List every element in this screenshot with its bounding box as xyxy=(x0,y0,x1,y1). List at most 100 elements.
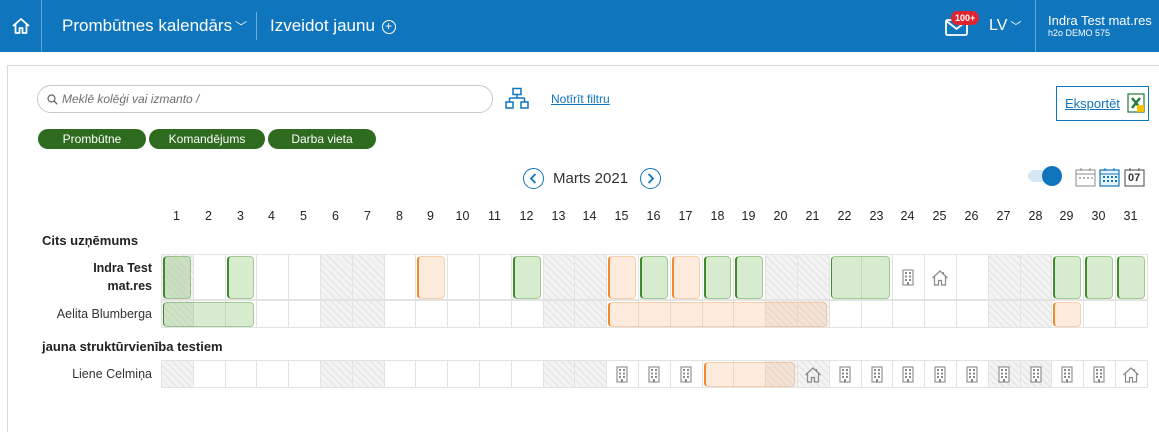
absence-entry[interactable] xyxy=(513,256,541,299)
business-trip-entry[interactable] xyxy=(672,256,700,299)
day-cell[interactable] xyxy=(479,300,512,328)
person-name[interactable]: Aelita Blumberga xyxy=(42,305,152,323)
month-view-icon[interactable] xyxy=(1099,167,1120,187)
day-cell[interactable] xyxy=(447,360,480,388)
business-trip-entry[interactable] xyxy=(704,362,795,387)
person-name[interactable]: Indra Test mat.res xyxy=(42,259,152,295)
office-building-icon[interactable] xyxy=(1060,365,1074,384)
day-cell[interactable] xyxy=(447,254,480,300)
day-cell[interactable] xyxy=(511,300,544,328)
day-cell[interactable] xyxy=(574,360,607,388)
office-building-icon[interactable] xyxy=(838,365,852,384)
day-cell[interactable] xyxy=(384,300,416,328)
day-cell[interactable] xyxy=(543,254,575,300)
day-cell[interactable] xyxy=(320,300,353,328)
day-cell[interactable] xyxy=(384,254,416,300)
day-cell[interactable] xyxy=(352,360,385,388)
absence-entry[interactable] xyxy=(1117,256,1145,299)
day-cell[interactable] xyxy=(161,360,194,388)
user-menu[interactable]: Indra Test mat.res h2o DEMO 575 xyxy=(1048,13,1152,39)
day-cell[interactable] xyxy=(1083,300,1116,328)
day-cell[interactable] xyxy=(988,300,1021,328)
org-structure-filter-icon[interactable] xyxy=(505,87,529,111)
business-trip-entry[interactable] xyxy=(608,256,636,299)
week-view-icon[interactable] xyxy=(1075,167,1096,187)
chip-workplace[interactable]: Darba vieta xyxy=(268,129,376,149)
home-office-icon[interactable] xyxy=(804,366,822,384)
chip-business-trip[interactable]: Komandējums xyxy=(149,129,265,149)
home-office-icon[interactable] xyxy=(1122,366,1140,384)
day-cell[interactable] xyxy=(1020,300,1052,328)
office-building-icon[interactable] xyxy=(997,365,1011,384)
day-cell[interactable] xyxy=(479,360,512,388)
day-cell[interactable] xyxy=(256,360,289,388)
absence-entry[interactable] xyxy=(735,256,763,299)
office-building-icon[interactable] xyxy=(1092,365,1106,384)
day-cell[interactable] xyxy=(797,254,830,300)
day-cell[interactable] xyxy=(1115,300,1148,328)
clear-filter-link[interactable]: Notīrīt filtru xyxy=(551,92,610,106)
day-cell[interactable] xyxy=(415,360,448,388)
previous-month-button[interactable] xyxy=(523,168,544,189)
day-cell[interactable] xyxy=(320,360,353,388)
office-building-icon[interactable] xyxy=(901,365,915,384)
day-cell[interactable] xyxy=(415,300,448,328)
person-name[interactable]: Liene Celmiņa xyxy=(42,365,152,383)
day-cell[interactable] xyxy=(479,254,512,300)
home-button[interactable] xyxy=(0,0,42,52)
day-cell[interactable] xyxy=(384,360,416,388)
absence-entry[interactable] xyxy=(163,302,254,327)
day-cell[interactable] xyxy=(543,360,575,388)
absence-entry[interactable] xyxy=(640,256,668,299)
day-cell[interactable] xyxy=(924,300,957,328)
day-cell[interactable] xyxy=(320,254,353,300)
absence-entry[interactable] xyxy=(704,256,731,299)
office-building-icon[interactable] xyxy=(901,268,915,287)
today-view-button[interactable]: 07 xyxy=(1124,167,1145,187)
office-building-icon[interactable] xyxy=(965,365,979,384)
day-cell[interactable] xyxy=(861,300,893,328)
office-building-icon[interactable] xyxy=(615,365,629,384)
day-cell[interactable] xyxy=(225,360,257,388)
day-cell[interactable] xyxy=(829,300,862,328)
create-new-button[interactable]: Izveidot jaunu + xyxy=(270,0,396,52)
business-trip-entry[interactable] xyxy=(1053,302,1081,327)
day-cell[interactable] xyxy=(765,254,798,300)
office-building-icon[interactable] xyxy=(679,365,693,384)
day-cell[interactable] xyxy=(956,254,989,300)
search-box[interactable] xyxy=(37,85,493,113)
day-cell[interactable] xyxy=(574,254,607,300)
day-cell[interactable] xyxy=(288,254,321,300)
day-cell[interactable] xyxy=(543,300,575,328)
day-cell[interactable] xyxy=(256,300,289,328)
absence-entry[interactable] xyxy=(831,256,890,299)
chip-absence[interactable]: Prombūtne xyxy=(38,129,146,149)
business-trip-entry[interactable] xyxy=(608,302,827,327)
day-cell[interactable] xyxy=(352,300,385,328)
search-input[interactable] xyxy=(62,86,482,112)
day-cell[interactable] xyxy=(447,300,480,328)
calendar-menu[interactable]: Prombūtnes kalendārs ﹀ xyxy=(62,0,247,52)
day-cell[interactable] xyxy=(956,300,989,328)
export-button[interactable]: Eksportēt xyxy=(1056,86,1149,121)
business-trip-entry[interactable] xyxy=(417,256,445,299)
office-building-icon[interactable] xyxy=(870,365,884,384)
day-cell[interactable] xyxy=(193,360,226,388)
absence-entry[interactable] xyxy=(1053,256,1081,299)
office-building-icon[interactable] xyxy=(1029,365,1043,384)
day-cell[interactable] xyxy=(193,254,226,300)
day-cell[interactable] xyxy=(988,254,1021,300)
day-cell[interactable] xyxy=(1020,254,1052,300)
day-cell[interactable] xyxy=(892,300,925,328)
day-cell[interactable] xyxy=(574,300,607,328)
home-office-icon[interactable] xyxy=(931,269,949,287)
day-cell[interactable] xyxy=(256,254,289,300)
day-cell[interactable] xyxy=(288,300,321,328)
language-selector[interactable]: LV ﹀ xyxy=(989,0,1021,52)
absence-entry[interactable] xyxy=(227,256,254,299)
day-cell[interactable] xyxy=(288,360,321,388)
display-toggle[interactable] xyxy=(1028,166,1062,186)
absence-entry[interactable] xyxy=(1085,256,1113,299)
office-building-icon[interactable] xyxy=(933,365,947,384)
day-cell[interactable] xyxy=(511,360,544,388)
